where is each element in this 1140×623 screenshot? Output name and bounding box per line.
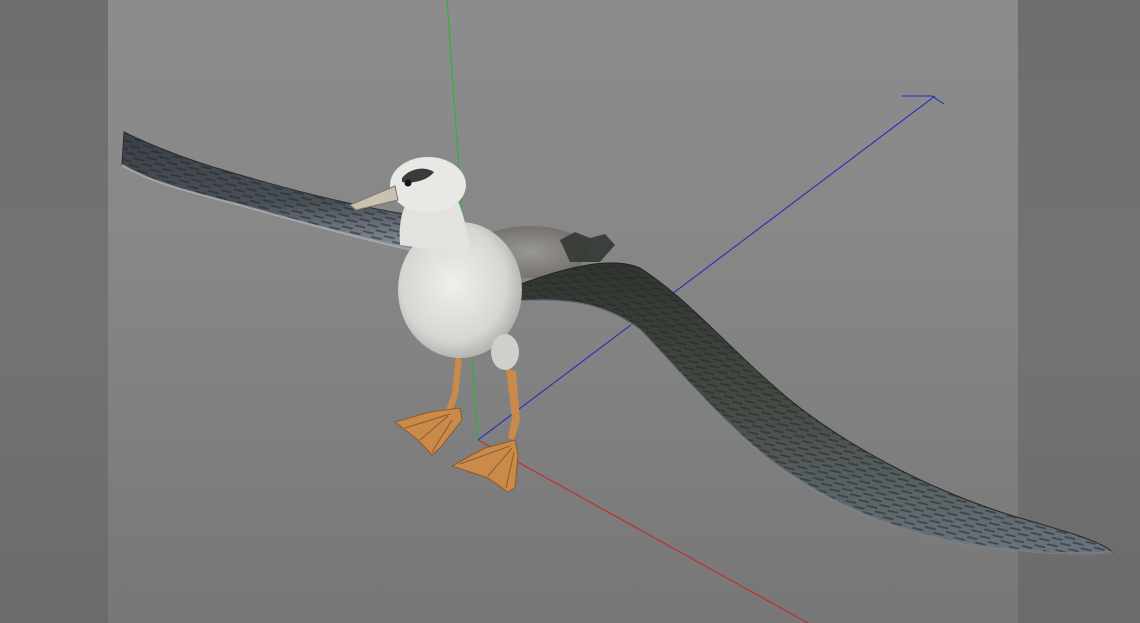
3d-viewport[interactable] — [0, 0, 1140, 623]
bird-belly-shadow — [491, 334, 519, 370]
bird-beak — [349, 185, 399, 211]
left-wing — [121, 131, 413, 251]
left-leg — [393, 355, 463, 456]
bird-head — [390, 157, 466, 213]
right-leg — [450, 368, 520, 493]
scene-canvas[interactable] — [0, 0, 1140, 623]
bird-eye — [404, 179, 412, 187]
x-axis-line — [477, 439, 809, 623]
z-axis-arrow-icon — [902, 95, 945, 105]
right-wing — [499, 232, 1114, 555]
